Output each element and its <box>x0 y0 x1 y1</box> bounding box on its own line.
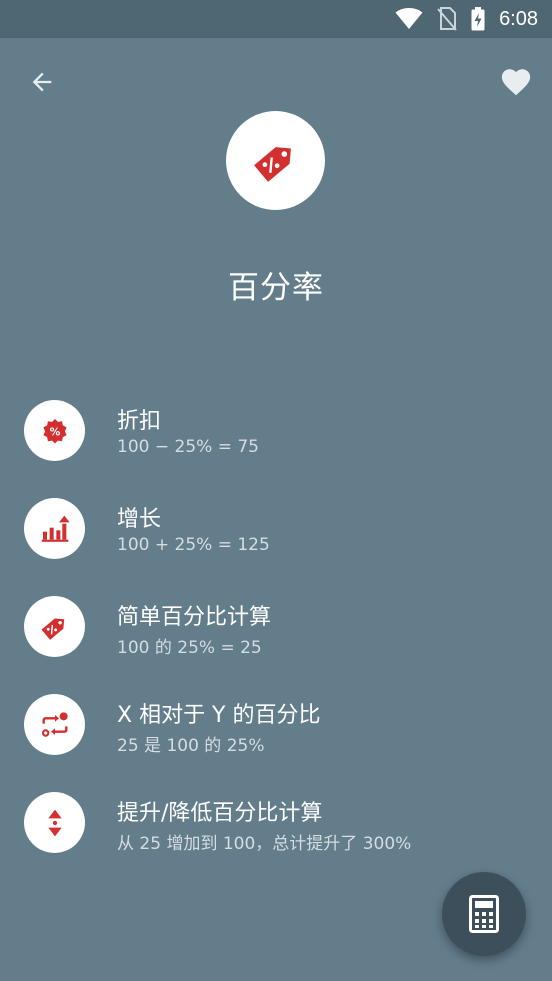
favorite-button[interactable] <box>494 62 538 102</box>
battery-charging-icon <box>471 7 485 31</box>
item-icon-circle <box>24 792 85 853</box>
item-subtitle: 25 是 100 的 25% <box>117 736 265 756</box>
item-title: 增长 <box>117 507 162 532</box>
up-down-icon <box>47 809 62 836</box>
status-time: 6:08 <box>499 7 538 30</box>
no-sim-icon <box>437 7 457 31</box>
item-title: 简单百分比计算 <box>117 605 272 630</box>
list-item-relative[interactable]: X 相对于 Y 的百分比 25 是 100 的 25% <box>0 674 552 772</box>
item-title: 折扣 <box>117 409 162 434</box>
page-title: 百分率 <box>228 270 324 306</box>
calculator-fab-button[interactable] <box>442 872 526 956</box>
hero-icon-circle <box>226 111 325 210</box>
calculator-list: % 折扣 100 − 25% = 75 增长 100 + 25% = 125 简… <box>0 380 552 870</box>
list-item-discount[interactable]: % 折扣 100 − 25% = 75 <box>0 380 552 478</box>
item-subtitle: 100 − 25% = 75 <box>117 437 259 457</box>
growth-chart-icon <box>41 515 70 542</box>
back-button[interactable] <box>18 62 66 102</box>
item-subtitle: 100 + 25% = 125 <box>117 535 270 555</box>
heart-icon <box>501 69 531 96</box>
list-item-simple-percent[interactable]: 简单百分比计算 100 的 25% = 25 <box>0 576 552 674</box>
arrow-back-icon <box>32 72 52 92</box>
price-tag-icon <box>41 617 64 640</box>
status-icons: 6:08 <box>395 0 538 38</box>
wifi-icon <box>395 8 423 29</box>
calculator-icon <box>469 895 499 933</box>
item-icon-circle <box>24 694 85 755</box>
price-tag-percent-icon <box>253 146 291 182</box>
svg-text:%: % <box>49 425 60 438</box>
item-subtitle: 100 的 25% = 25 <box>117 638 262 658</box>
discount-badge-icon: % <box>42 418 67 444</box>
item-icon-circle <box>24 498 85 559</box>
status-bar: 6:08 <box>0 0 552 38</box>
item-title: X 相对于 Y 的百分比 <box>117 703 321 728</box>
item-subtitle: 从 25 增加到 100，总计提升了 300% <box>117 834 412 854</box>
item-icon-circle: % <box>24 400 85 461</box>
relative-swap-icon <box>41 711 68 737</box>
list-item-growth[interactable]: 增长 100 + 25% = 125 <box>0 478 552 576</box>
list-item-increase-decrease[interactable]: 提升/降低百分比计算 从 25 增加到 100，总计提升了 300% <box>0 772 552 870</box>
item-icon-circle <box>24 596 85 657</box>
item-title: 提升/降低百分比计算 <box>117 801 323 826</box>
